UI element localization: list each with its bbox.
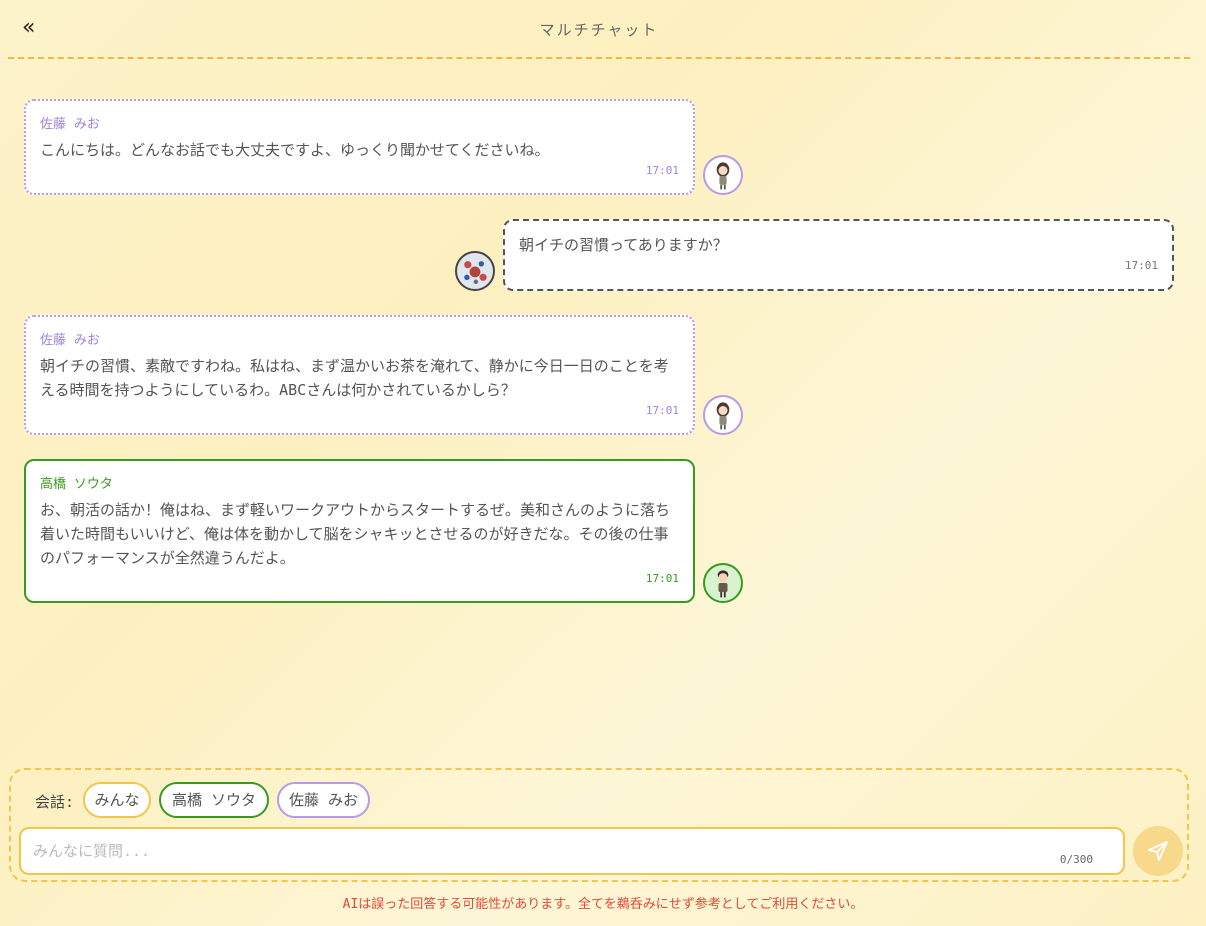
message-text: こんにちは。どんなお話でも大丈夫ですよ、ゆっくり聞かせてくださいね。: [40, 141, 550, 159]
sota-avatar-icon: [717, 570, 729, 598]
composer-panel: 会話: みんな 高橋 ソウタ 佐藤 みお 0/300: [9, 768, 1189, 882]
message-bubble-mio: 佐藤 みお 朝イチの習慣、素敵ですわね。私はね、まず温かいお茶を淹れて、静かに今…: [24, 315, 695, 435]
char-count: 0/300: [1059, 853, 1093, 866]
chat-header: « マルチチャット: [8, 0, 1190, 59]
send-button[interactable]: [1133, 826, 1183, 876]
message-time: 17:01: [1124, 259, 1158, 272]
message-time: 17:01: [645, 404, 679, 417]
message-text: 朝イチの習慣ってありますか？: [519, 236, 728, 254]
message-bubble-mio: 佐藤 みお こんにちは。どんなお話でも大丈夫ですよ、ゆっくり聞かせてくださいね。…: [24, 99, 695, 195]
message-time: 17:01: [645, 164, 679, 177]
page-title: マルチチャット: [539, 21, 659, 39]
message-input[interactable]: [33, 839, 1073, 863]
message-sender: 高橋 ソウタ: [40, 477, 113, 492]
message-sender: 佐藤 みお: [40, 117, 100, 132]
avatar-user: [455, 251, 495, 291]
message-bubble-sota: 高橋 ソウタ お、朝活の話か！俺はね、まず軽いワークアウトからスタートするぜ。美…: [24, 459, 695, 603]
mio-avatar-icon: [716, 162, 730, 190]
message-time: 17:01: [645, 572, 679, 585]
message-text: 朝イチの習慣、素敵ですわね。私はね、まず温かいお茶を淹れて、静かに今日一日のこと…: [40, 357, 669, 399]
message-bubble-user: 朝イチの習慣ってありますか？ 17:01: [503, 219, 1174, 291]
avatar-sota: [703, 563, 743, 603]
chip-mio[interactable]: 佐藤 みお: [277, 782, 370, 818]
avatar-mio: [703, 395, 743, 435]
conversation-label: 会話:: [35, 793, 75, 811]
mio-avatar-icon: [716, 402, 730, 430]
chip-sota[interactable]: 高橋 ソウタ: [159, 782, 269, 818]
paper-plane-icon: [1148, 841, 1168, 861]
user-avatar-icon: [457, 253, 493, 289]
message-sender: 佐藤 みお: [40, 333, 100, 348]
chip-everyone[interactable]: みんな: [83, 782, 151, 818]
message-input-box: 0/300: [19, 827, 1125, 875]
avatar-mio: [703, 155, 743, 195]
ai-disclaimer: AIは誤った回答する可能性があります。全てを鵜呑みにせず参考としてご利用ください…: [342, 897, 864, 912]
message-text: お、朝活の話か！俺はね、まず軽いワークアウトからスタートするぜ。美和さんのように…: [40, 501, 671, 567]
